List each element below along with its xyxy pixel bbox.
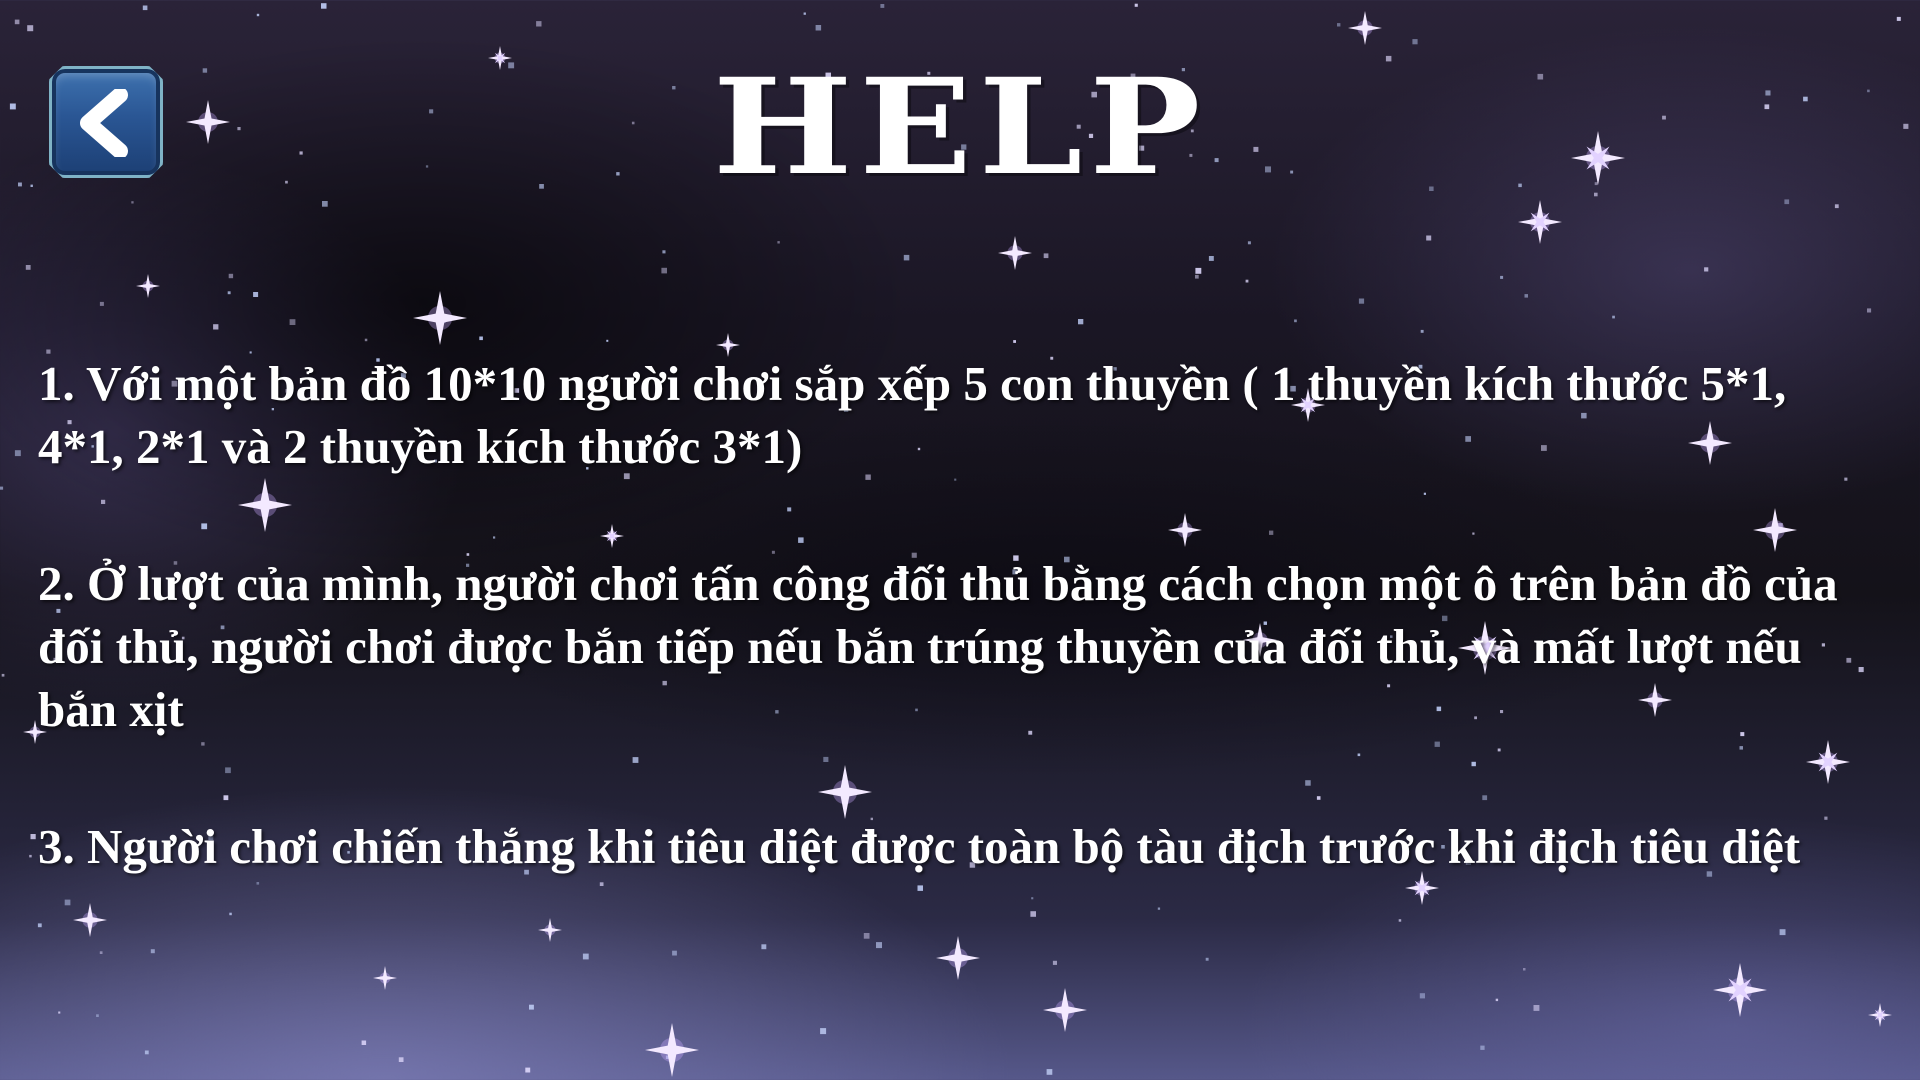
star-dot — [665, 1055, 670, 1059]
sparkle-star — [413, 291, 467, 345]
star-dot — [14, 19, 20, 25]
star-dot — [606, 339, 609, 342]
star-dot — [321, 3, 327, 9]
star-dot — [1533, 1005, 1540, 1011]
star-dot — [1612, 315, 1615, 319]
star-dot — [803, 12, 806, 15]
star-dot — [213, 324, 219, 330]
rule-item-1: 1. Với một bản đồ 10*10 người chơi sắp x… — [38, 356, 1811, 474]
star-dot — [1426, 235, 1432, 241]
sparkle-star — [1348, 11, 1382, 45]
star-dot — [1013, 340, 1016, 343]
star-dot — [1062, 1008, 1067, 1013]
star-dot — [1500, 275, 1504, 279]
rule-item-2: 2. Ở lượt của mình, người chơi tấn công … — [38, 556, 1850, 737]
sparkle-star — [1868, 1003, 1892, 1027]
star-dot — [1, 673, 5, 677]
star-dot — [1834, 204, 1839, 209]
rule-item-3: 3. Người chơi chiến thắng khi tiêu diệt … — [38, 819, 1801, 874]
star-dot — [661, 267, 667, 274]
star-dot — [14, 450, 21, 457]
star-dot — [1867, 308, 1872, 313]
star-dot — [142, 5, 148, 11]
star-dot — [27, 25, 34, 32]
star-dot — [529, 1004, 534, 1010]
star-dot — [1052, 960, 1057, 965]
rules-list: 1. Với một bản đồ 10*10 người chơi sắp x… — [38, 352, 1888, 952]
star-dot — [536, 21, 542, 27]
star-dot — [1195, 267, 1202, 274]
star-dot — [1784, 199, 1790, 205]
star-dot — [1195, 274, 1199, 279]
star-dot — [99, 301, 104, 306]
star-dot — [1043, 253, 1049, 259]
sparkle-star — [1713, 963, 1767, 1017]
star-dot — [1419, 993, 1425, 999]
star-dot — [582, 953, 589, 960]
sparkle-star — [645, 1023, 699, 1077]
star-dot — [361, 1040, 367, 1045]
sparkle-star — [373, 966, 397, 990]
star-dot — [1480, 1045, 1485, 1050]
star-dot — [1294, 319, 1297, 323]
star-dot — [1247, 241, 1251, 245]
star-dot — [253, 292, 259, 297]
sparkle-star — [998, 236, 1032, 270]
star-dot — [1078, 319, 1084, 325]
star-dot — [0, 486, 4, 490]
star-dot — [227, 291, 231, 295]
star-dot — [1420, 329, 1424, 333]
star-dot — [880, 4, 885, 8]
star-dot — [1358, 298, 1365, 304]
star-dot — [228, 273, 234, 279]
star-dot — [1337, 23, 1341, 27]
star-dot — [30, 834, 36, 840]
star-dot — [96, 1014, 99, 1017]
star-dot — [662, 250, 666, 254]
star-dot — [777, 241, 780, 244]
star-dot — [58, 1011, 61, 1014]
star-dot — [25, 265, 31, 270]
star-dot — [903, 254, 910, 261]
star-dot — [442, 319, 446, 324]
sparkle-star — [1043, 988, 1087, 1032]
page-title: HELP — [712, 50, 1208, 205]
star-dot — [144, 1050, 149, 1055]
star-dot — [525, 1067, 531, 1073]
star-dot — [1205, 957, 1209, 961]
star-dot — [1524, 294, 1528, 298]
star-dot — [1412, 39, 1418, 45]
star-dot — [1495, 998, 1499, 1002]
star-dot — [364, 338, 368, 342]
star-dot — [398, 1057, 404, 1062]
star-dot — [1046, 1069, 1053, 1075]
star-dot — [256, 13, 260, 17]
star-dot — [1704, 267, 1709, 272]
star-dot — [29, 854, 32, 858]
star-dot — [1245, 279, 1249, 283]
star-dot — [1208, 256, 1214, 261]
star-dot — [131, 201, 134, 204]
sparkle-star — [1518, 200, 1562, 244]
star-dot — [289, 319, 296, 325]
star-dot — [820, 1028, 827, 1035]
star-dot — [322, 201, 328, 207]
star-dot — [479, 336, 483, 341]
sparkle-star — [136, 274, 160, 298]
star-dot — [1896, 16, 1901, 21]
star-dot — [1523, 968, 1526, 971]
star-dot — [1134, 3, 1138, 7]
star-dot — [815, 25, 822, 31]
